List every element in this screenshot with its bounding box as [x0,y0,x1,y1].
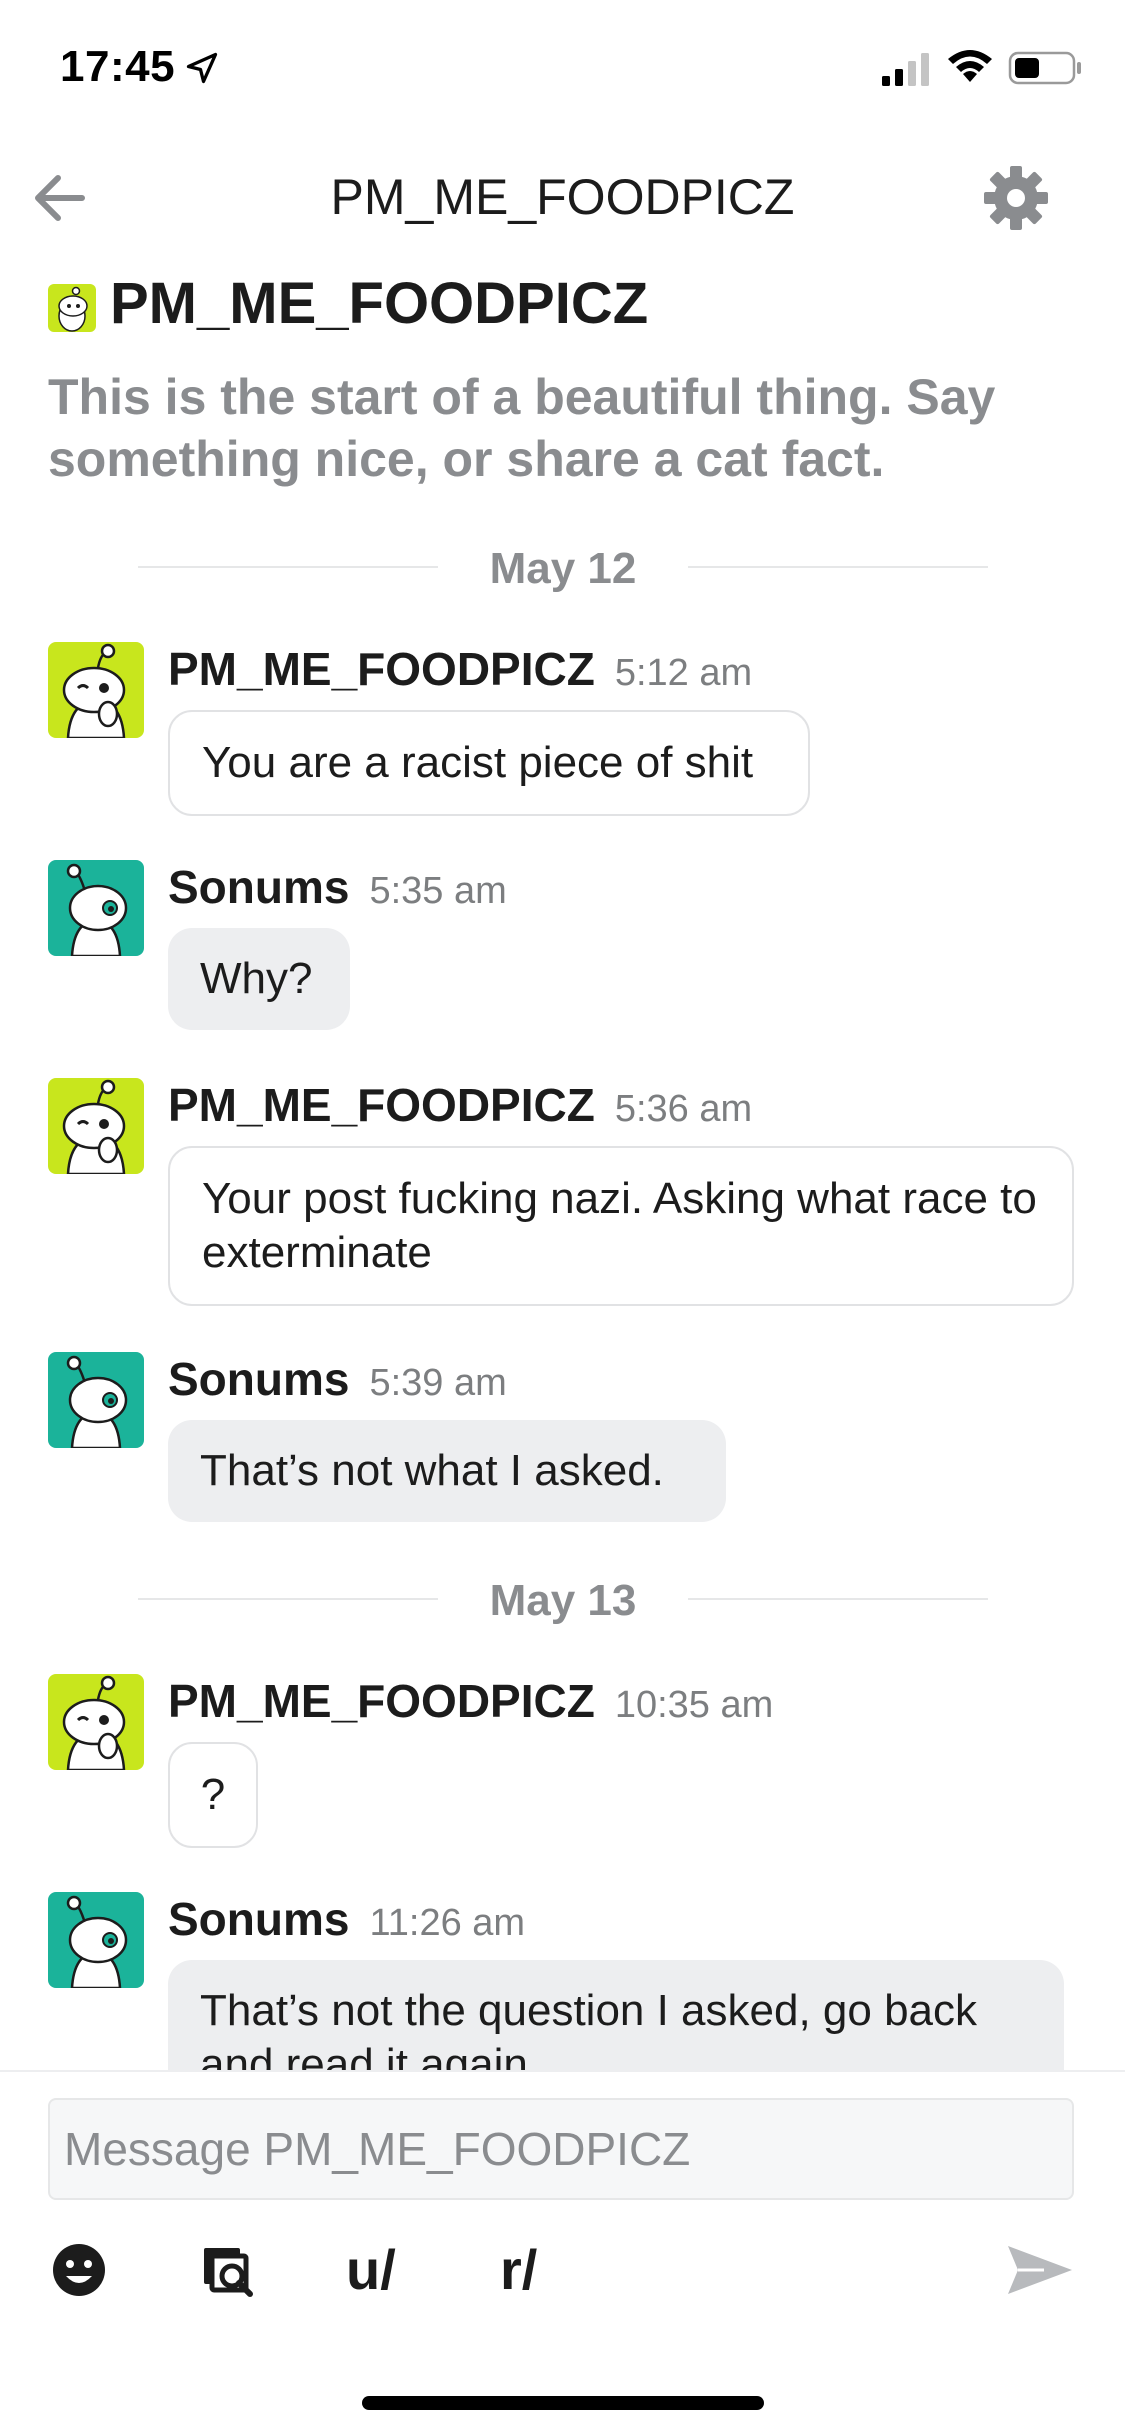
sender-avatar[interactable] [48,1078,144,1174]
sender-name[interactable]: Sonums [168,1893,349,1945]
sender-name[interactable]: Sonums [168,1353,349,1405]
user-link-button[interactable]: u/ [346,2232,426,2308]
message-timestamp: 11:26 am [369,1902,526,1944]
sender-avatar[interactable] [48,1892,144,1988]
message-bubble: Why? [168,928,350,1030]
status-time: 17:45 [60,42,176,91]
message-bubble: That’s not the question I asked, go back… [168,1960,1064,2070]
message-timestamp: 5:39 am [369,1362,507,1404]
message-timestamp: 5:35 am [369,870,507,912]
intro-text: This is the start of a beautiful thing. … [48,369,996,487]
message-row: Sonums 11:26 am That’s not the question I… [0,1892,1125,2070]
subreddit-link-button[interactable]: r/ [500,2232,580,2308]
sender-name[interactable]: PM_ME_FOODPICZ [168,1079,595,1131]
home-indicator[interactable] [362,2396,764,2410]
message-bubble: You are a racist piece of shit [168,710,810,816]
snoo-avatar-icon [62,1079,126,1174]
message-bubble: ? [168,1742,258,1848]
date-label: May 13 [489,1576,637,1625]
sender-name[interactable]: PM_ME_FOODPICZ [168,1675,595,1727]
location-arrow-icon [186,52,218,84]
snoo-avatar-icon [66,1895,128,1988]
date-separator: May 13 [138,1568,988,1628]
chat-title: PM_ME_FOODPICZ [330,169,795,225]
date-separator: May 12 [138,536,988,596]
intro-username[interactable]: PM_ME_FOODPICZ [110,270,648,337]
media-search-icon[interactable] [200,2232,262,2308]
snoo-avatar-icon [62,643,126,738]
message-timestamp: 5:12 am [614,652,753,694]
send-icon[interactable] [1004,2232,1076,2308]
message-timestamp: 5:36 am [614,1088,753,1130]
message-timestamp: 10:35 am [614,1684,774,1726]
snoo-avatar-icon [66,863,128,956]
sender-name[interactable]: Sonums [168,861,349,913]
chat-header: PM_ME_FOODPICZ [0,140,1125,250]
status-bar: 17:45 [0,0,1125,140]
message-bubble: Your post fucking nazi. Asking what race… [168,1146,1074,1306]
message-bubble: That’s not what I asked. [168,1420,726,1522]
sender-avatar[interactable] [48,1352,144,1448]
wifi-icon [948,50,992,82]
sender-avatar[interactable] [48,860,144,956]
sender-avatar[interactable] [48,1674,144,1770]
intro-avatar [48,284,96,332]
snoo-avatar-icon [58,286,88,332]
gear-icon[interactable] [980,162,1052,234]
message-input[interactable] [48,2098,1074,2200]
signal-icon [882,53,929,86]
date-label: May 12 [489,544,637,593]
snoo-avatar-icon [66,1355,128,1448]
sender-avatar[interactable] [48,642,144,738]
battery-icon [1008,51,1081,85]
message-composer: u/ r/ [0,2070,1125,2412]
snoo-avatar-icon [62,1675,126,1770]
emoji-icon[interactable] [50,2232,108,2308]
sender-name[interactable]: PM_ME_FOODPICZ [168,643,595,695]
